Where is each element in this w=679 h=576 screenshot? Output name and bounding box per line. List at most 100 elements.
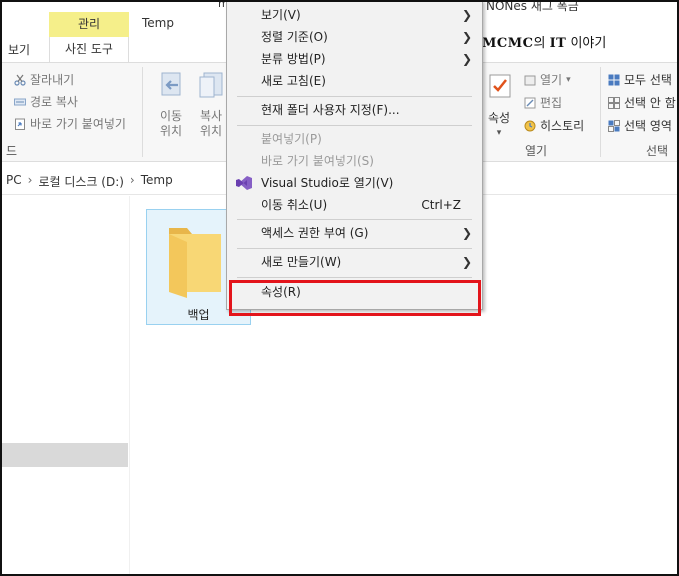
submenu-arrow-icon: ❯ xyxy=(461,30,472,44)
select-group-label: 선택 xyxy=(646,144,669,158)
menu-item-give-access[interactable]: 액세스 권한 부여 (G) ❯ xyxy=(227,222,482,244)
menu-label: 현재 폴더 사용자 지정(F)... xyxy=(261,103,400,117)
menu-separator xyxy=(237,219,472,220)
menu-item-refresh[interactable]: 새로 고침(E) xyxy=(227,70,482,92)
properties-dropdown-arrow[interactable]: ▾ xyxy=(484,126,514,141)
window-title: Temp xyxy=(142,16,174,30)
breadcrumb-folder[interactable]: Temp xyxy=(141,173,173,190)
select-none-label: 선택 안 함 xyxy=(624,96,676,110)
open-icon xyxy=(524,75,536,85)
history-label: 히스토리 xyxy=(540,119,585,133)
cut-button[interactable]: 잘라내기 xyxy=(14,71,74,88)
blog-suffix-2: 이야기 xyxy=(566,36,607,51)
copy-path-button[interactable]: 경로 복사 xyxy=(14,93,78,110)
invert-selection-button[interactable]: 선택 영역 xyxy=(608,117,672,134)
blog-suffix-1: 의 xyxy=(533,36,550,51)
paste-shortcut-button[interactable]: 바로 가기 붙여넣기 xyxy=(14,115,126,132)
menu-shortcut: Ctrl+Z xyxy=(421,198,461,212)
highlight-box xyxy=(229,280,481,316)
submenu-arrow-icon: ❯ xyxy=(461,255,472,269)
context-menu: 보기(V) ❯ 정렬 기준(O) ❯ 분류 방법(P) ❯ 새로 고침(E) 현재 폴… xyxy=(226,2,483,310)
menu-item-undo-move[interactable]: 이동 취소(U) Ctrl+Z xyxy=(227,194,482,216)
copy-path-label: 경로 복사 xyxy=(30,95,78,109)
group-divider xyxy=(600,67,601,157)
copy-to-label-1: 복사 xyxy=(199,109,223,123)
submenu-arrow-icon: ❯ xyxy=(461,8,472,22)
folder-icon xyxy=(169,228,221,298)
select-none-button[interactable]: 선택 안 함 xyxy=(608,94,676,111)
open-button[interactable]: 열기 ▾ xyxy=(524,71,571,88)
menu-label: 새로 고침(E) xyxy=(261,74,326,88)
screenshot-frame: m NONes 새그 폭금 관리 사진 도구 보기 Temp MCMC의 IT … xyxy=(0,0,679,576)
move-to-label-1: 이동 xyxy=(159,109,183,123)
menu-label: Visual Studio로 열기(V) xyxy=(261,176,394,190)
select-all-icon xyxy=(608,74,620,85)
cut-label: 잘라내기 xyxy=(30,73,75,87)
nav-selected-item[interactable] xyxy=(2,443,128,467)
properties-ribbon-button[interactable]: 속성 ▾ xyxy=(484,73,514,141)
move-to-label-2: 위치 xyxy=(159,124,183,138)
tab-manage[interactable]: 관리 xyxy=(49,12,129,37)
properties-ribbon-label: 속성 xyxy=(487,111,511,125)
invert-selection-icon xyxy=(608,119,620,132)
menu-item-new[interactable]: 새로 만들기(W) ❯ xyxy=(227,251,482,273)
menu-separator xyxy=(237,125,472,126)
open-dropdown-arrow[interactable]: ▾ xyxy=(566,75,571,85)
menu-item-paste[interactable]: 붙여넣기(P) xyxy=(227,128,482,150)
menu-item-open-visual-studio[interactable]: Visual Studio로 열기(V) xyxy=(227,172,482,194)
copy-to-label-2: 위치 xyxy=(199,124,223,138)
menu-label: 바로 가기 붙여넣기(S) xyxy=(261,154,374,168)
paste-shortcut-icon xyxy=(15,118,25,130)
menu-label: 분류 방법(P) xyxy=(261,52,326,66)
open-label: 열기 xyxy=(540,73,563,87)
menu-label: 붙여넣기(P) xyxy=(261,132,322,146)
menu-item-sort-by[interactable]: 정렬 기준(O) ❯ xyxy=(227,26,482,48)
menu-item-view[interactable]: 보기(V) ❯ xyxy=(227,4,482,26)
submenu-arrow-icon: ❯ xyxy=(461,226,472,240)
scissors-icon xyxy=(14,74,26,86)
properties-check-icon xyxy=(489,74,511,98)
copy-folder-icon xyxy=(199,72,223,98)
breadcrumb-pc[interactable]: PC xyxy=(6,173,22,190)
breadcrumb: PC › 로컬 디스크 (D:) › Temp xyxy=(6,173,173,190)
invert-selection-label: 선택 영역 xyxy=(624,119,672,133)
tab-view[interactable]: 보기 xyxy=(8,41,30,58)
group-divider xyxy=(142,67,143,157)
blog-it: IT xyxy=(549,36,567,51)
history-icon xyxy=(524,120,536,131)
tab-picture-tools[interactable]: 사진 도구 xyxy=(49,37,129,62)
copy-to-button[interactable]: 복사 위치 xyxy=(196,71,226,139)
menu-label: 액세스 권한 부여 (G) xyxy=(261,226,369,240)
blog-brand: MCMC xyxy=(482,36,534,51)
select-none-icon xyxy=(608,96,620,109)
menu-label: 보기(V) xyxy=(261,8,301,22)
edit-button[interactable]: 편집 xyxy=(524,94,562,111)
history-button[interactable]: 히스토리 xyxy=(524,117,584,134)
chevron-right-icon[interactable]: › xyxy=(130,173,135,190)
menu-label: 이동 취소(U) xyxy=(261,198,328,212)
visual-studio-icon xyxy=(236,176,252,190)
navigation-pane[interactable] xyxy=(2,196,130,574)
select-all-button[interactable]: 모두 선택 xyxy=(608,71,672,88)
move-folder-icon xyxy=(161,72,181,96)
breadcrumb-drive[interactable]: 로컬 디스크 (D:) xyxy=(38,173,123,190)
menu-separator xyxy=(237,248,472,249)
open-group-label: 열기 xyxy=(525,144,548,158)
blog-watermark: MCMC의 IT 이야기 xyxy=(482,32,606,51)
menu-label: 정렬 기준(O) xyxy=(261,30,328,44)
cut-off-text-right: NONes 새그 폭금 xyxy=(486,0,579,13)
menu-separator xyxy=(237,277,472,278)
menu-item-paste-shortcut[interactable]: 바로 가기 붙여넣기(S) xyxy=(227,150,482,172)
menu-label: 새로 만들기(W) xyxy=(261,255,342,269)
chevron-right-icon[interactable]: › xyxy=(28,173,33,190)
paste-shortcut-label: 바로 가기 붙여넣기 xyxy=(30,117,126,131)
edit-icon xyxy=(524,97,536,108)
edit-label: 편집 xyxy=(540,96,563,110)
menu-item-customize-folder[interactable]: 현재 폴더 사용자 지정(F)... xyxy=(227,99,482,121)
submenu-arrow-icon: ❯ xyxy=(461,52,472,66)
select-all-label: 모두 선택 xyxy=(624,73,672,87)
move-to-button[interactable]: 이동 위치 xyxy=(154,71,188,139)
menu-item-group-by[interactable]: 분류 방법(P) ❯ xyxy=(227,48,482,70)
menu-separator xyxy=(237,96,472,97)
path-icon xyxy=(14,98,26,105)
